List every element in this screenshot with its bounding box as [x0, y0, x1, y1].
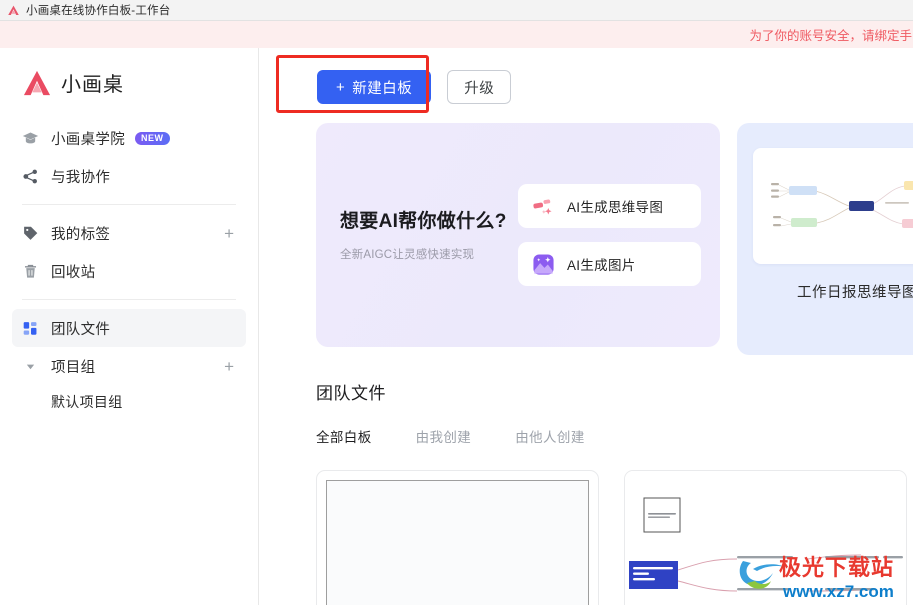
graduation-cap-icon [22, 130, 39, 147]
window-title: 小画桌在线协作白板-工作台 [26, 5, 171, 17]
sidebar-item-label: 与我协作 [51, 169, 111, 186]
mindmap-whiteboard-card[interactable] [624, 470, 907, 605]
promo-row: 想要AI帮你做什么? 全新AIGC让灵感快速实现 AI生成思维导图 AI生成图片… [259, 123, 913, 355]
brand-name: 小画桌 [61, 74, 124, 96]
new-whiteboard-label: 新建白板 [352, 80, 413, 97]
tab-created-by-others[interactable]: 由他人创建 [515, 426, 585, 446]
plus-icon: + [336, 78, 346, 96]
chevron-down-icon[interactable] [22, 361, 39, 372]
blank-whiteboard-thumbnail [326, 480, 589, 605]
ai-promo-subtitle: 全新AIGC让灵感快速实现 [340, 249, 475, 262]
add-tag-button[interactable]: + [224, 225, 234, 242]
new-badge: NEW [135, 131, 170, 145]
ai-generate-mindmap-button[interactable]: AI生成思维导图 [518, 184, 701, 228]
team-files-tabs: 全部白板 由我创建 由他人创建 [316, 426, 913, 446]
window-titlebar: 小画桌在线协作白板-工作台 [0, 0, 913, 21]
mindmap-thumbnail [753, 148, 913, 264]
toolbar-wrapper: + 新建白板 升级 [259, 48, 913, 113]
trash-icon [22, 263, 39, 280]
template-caption: 工作日报思维导图 [797, 285, 913, 301]
sidebar-item-label: 我的标签 [51, 226, 111, 243]
sidebar-item-team-files[interactable]: 团队文件 [12, 309, 246, 347]
account-security-notice: 为了你的账号安全，请绑定手 [0, 21, 913, 48]
sidebar-item-label: 小画桌学院 [51, 131, 125, 148]
sidebar-item-label: 项目组 [51, 359, 96, 376]
new-whiteboard-button[interactable]: + 新建白板 [317, 70, 432, 104]
notice-text: 为了你的账号安全，请绑定手 [749, 29, 912, 43]
ai-pill-label: AI生成图片 [567, 258, 636, 273]
sidebar: 小画桌 小画桌学院 NEW 与我协作 我的标签 + 回收站 团队文件 项目组 +… [0, 48, 259, 605]
sidebar-item-my-tags[interactable]: 我的标签 + [12, 214, 246, 252]
upgrade-button[interactable]: 升级 [447, 70, 512, 104]
team-files-section: 团队文件 全部白板 由我创建 由他人创建 [259, 379, 913, 605]
sidebar-item-project-group[interactable]: 项目组 + [12, 347, 246, 385]
ai-promo-text: 想要AI帮你做什么? 全新AIGC让灵感快速实现 [340, 208, 510, 263]
sidebar-subitem-default-project-group[interactable]: 默认项目组 [12, 385, 246, 419]
sidebar-item-academy[interactable]: 小画桌学院 NEW [12, 119, 246, 157]
ai-generate-image-button[interactable]: AI生成图片 [518, 242, 701, 286]
sidebar-divider-2 [22, 299, 236, 300]
main-content: + 新建白板 升级 想要AI帮你做什么? 全新AIGC让灵感快速实现 AI生成思… [259, 48, 913, 605]
add-project-group-button[interactable]: + [224, 358, 234, 375]
mindmap-whiteboard-thumbnail [625, 471, 906, 605]
ai-promo-actions: AI生成思维导图 AI生成图片 [518, 184, 701, 286]
brand: 小画桌 [0, 62, 258, 103]
sidebar-item-label: 团队文件 [51, 321, 111, 338]
toolbar: + 新建白板 升级 [259, 48, 913, 104]
sidebar-item-shared-with-me[interactable]: 与我协作 [12, 157, 246, 195]
sidebar-item-recycle-bin[interactable]: 回收站 [12, 252, 246, 290]
ai-promo-card: 想要AI帮你做什么? 全新AIGC让灵感快速实现 AI生成思维导图 AI生成图片 [316, 123, 720, 347]
team-files-grid [316, 470, 913, 605]
ai-promo-title: 想要AI帮你做什么? [340, 210, 507, 232]
sidebar-item-label: 回收站 [51, 264, 96, 281]
tab-created-by-me[interactable]: 由我创建 [416, 426, 472, 446]
app-logo-icon [23, 70, 51, 95]
sidebar-divider-1 [22, 204, 236, 205]
team-files-title: 团队文件 [316, 384, 386, 403]
tag-icon [22, 225, 39, 242]
ai-image-icon [532, 253, 555, 276]
blank-whiteboard-card[interactable] [316, 470, 599, 605]
tab-all-boards[interactable]: 全部白板 [316, 426, 372, 446]
ai-pill-label: AI生成思维导图 [567, 200, 664, 215]
share-nodes-icon [22, 168, 39, 185]
app-logo-icon [8, 5, 19, 15]
grid-blocks-icon [22, 320, 39, 337]
sidebar-subitem-label: 默认项目组 [51, 394, 123, 410]
template-promo-card[interactable]: 工作日报思维导图 [737, 123, 913, 355]
ai-mindmap-icon [532, 195, 555, 218]
